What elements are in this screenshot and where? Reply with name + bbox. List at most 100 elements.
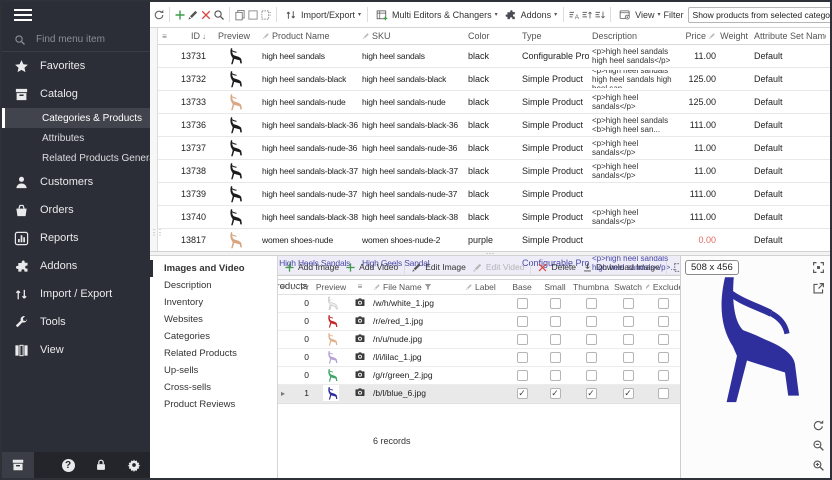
column-header-price[interactable]: Price bbox=[683, 31, 719, 41]
column-header-preview[interactable]: Preview bbox=[209, 31, 259, 41]
image-column-header-preview[interactable]: Preview bbox=[312, 282, 350, 292]
column-header-color[interactable]: Color bbox=[465, 31, 519, 41]
rotate-icon[interactable] bbox=[812, 419, 825, 432]
set-resize-rule-button[interactable]: Set Resize Rule bbox=[671, 261, 680, 274]
sidebar-item-orders[interactable]: Orders bbox=[2, 196, 150, 224]
tab-images-and-video[interactable]: Images and Video bbox=[150, 260, 277, 277]
product-row-13732[interactable]: 13732high heel sandals-blackhigh heel sa… bbox=[158, 68, 830, 91]
cell-preview[interactable] bbox=[209, 69, 259, 89]
checkbox-exclude[interactable] bbox=[658, 298, 669, 309]
cell-price[interactable]: 11.00 bbox=[683, 51, 719, 61]
open-external-icon[interactable] bbox=[812, 282, 825, 295]
checkbox-swatch[interactable] bbox=[623, 352, 634, 363]
sidebar-item-tools[interactable]: Tools bbox=[2, 308, 150, 336]
image-column-header-base[interactable]: Base bbox=[506, 282, 538, 292]
cell-preview[interactable] bbox=[209, 115, 259, 135]
column-header-sku[interactable]: SKU bbox=[359, 31, 465, 41]
sidebar-item-favorites[interactable]: Favorites bbox=[2, 52, 150, 80]
column-header-id[interactable]: ID↓ bbox=[171, 31, 209, 41]
splitter-handle[interactable]: ⋮⋮ bbox=[150, 228, 162, 237]
checkbox-thumb[interactable] bbox=[586, 298, 597, 309]
image-column-header-pr[interactable]: Pr bbox=[288, 282, 312, 292]
tab-product-reviews[interactable]: Product Reviews bbox=[150, 396, 277, 413]
sidebar-item-customers[interactable]: Customers bbox=[2, 168, 150, 196]
tab-description[interactable]: Description bbox=[150, 277, 277, 294]
checkbox-thumb[interactable] bbox=[586, 352, 597, 363]
image-column-header-thumbna[interactable]: Thumbna bbox=[572, 282, 610, 292]
sidebar-item-reports[interactable]: Reports bbox=[2, 224, 150, 252]
tab-related-products[interactable]: Related Products bbox=[150, 345, 277, 362]
column-header-description[interactable]: Description bbox=[589, 31, 683, 41]
cell-name[interactable]: high heel sandals-black-38 bbox=[259, 212, 359, 222]
copy-icon[interactable] bbox=[234, 7, 246, 23]
checkbox-thumb[interactable]: ✓ bbox=[586, 388, 597, 399]
download-image-button[interactable]: Download Image bbox=[580, 261, 662, 274]
column-header-attribute-set-name[interactable]: Attribute Set Name bbox=[751, 31, 826, 41]
sort-az-icon[interactable]: A bbox=[568, 7, 580, 23]
product-row-13733[interactable]: 13733high heel sandals-nudehigh heel san… bbox=[158, 91, 830, 114]
cell-name[interactable]: high heel sandals-nude bbox=[259, 97, 359, 107]
checkbox-icon[interactable] bbox=[247, 7, 259, 23]
product-row-13737[interactable]: 13737high heel sandals-nude-36high heel … bbox=[158, 137, 830, 160]
cell-name[interactable]: high heel sandals-black-36 bbox=[259, 120, 359, 130]
checkbox-exclude[interactable] bbox=[658, 316, 669, 327]
sidebar-splitter[interactable]: ⋮⋮ bbox=[150, 28, 158, 251]
image-row-red_1.jpg[interactable]: 0/r/e/red_1.jpg bbox=[278, 313, 680, 331]
category-filter-select[interactable]: Show products from selected categories ▾ bbox=[688, 7, 830, 23]
column-header-weight[interactable]: Weight bbox=[719, 31, 751, 41]
cell-price[interactable]: 11.00 bbox=[683, 143, 719, 153]
image-row-green_2.jpg[interactable]: 0/g/r/green_2.jpg bbox=[278, 367, 680, 385]
hamburger-menu-icon[interactable] bbox=[2, 2, 150, 28]
cell-price[interactable]: 11.00 bbox=[683, 166, 719, 176]
checkbox-swatch[interactable]: ✓ bbox=[623, 388, 634, 399]
checkbox-swatch[interactable] bbox=[623, 316, 634, 327]
sidebar-item-addons[interactable]: Addons bbox=[2, 252, 150, 280]
cell-sku[interactable]: high heel sandals-nude bbox=[359, 97, 465, 107]
help-button[interactable]: ? bbox=[52, 452, 84, 478]
column-header-product-name[interactable]: Product Name bbox=[259, 31, 359, 41]
tab-websites[interactable]: Websites bbox=[150, 311, 277, 328]
product-row-13736[interactable]: 13736high heel sandals-black-36high heel… bbox=[158, 114, 830, 137]
cell-preview[interactable] bbox=[209, 230, 259, 250]
tab-cross-sells[interactable]: Cross-sells bbox=[150, 379, 277, 396]
cell-name[interactable]: high heel sandals-black-37 bbox=[259, 166, 359, 176]
edit-image-button[interactable]: Edit Image bbox=[409, 261, 468, 274]
view-button[interactable]: View ▾ bbox=[615, 6, 662, 24]
cell-name[interactable]: high heel sandals-nude-36 bbox=[259, 143, 359, 153]
zoom-in-icon[interactable] bbox=[812, 459, 825, 472]
cell-preview[interactable] bbox=[209, 184, 259, 204]
cell-sku[interactable]: high heel sandals-nude-36 bbox=[359, 143, 465, 153]
cell-price[interactable]: 111.00 bbox=[683, 189, 719, 199]
settings-button[interactable] bbox=[118, 452, 150, 478]
cell-preview[interactable] bbox=[209, 138, 259, 158]
sort-descending-icon[interactable] bbox=[594, 7, 606, 23]
checkbox-thumb[interactable] bbox=[586, 334, 597, 345]
image-column-header-swatch[interactable]: Swatch bbox=[610, 282, 646, 292]
sidebar-item-catalog[interactable]: Catalog bbox=[2, 80, 150, 108]
cell-price[interactable]: 0.00 bbox=[683, 235, 719, 245]
delete-product-icon[interactable] bbox=[200, 7, 212, 23]
sidebar-item-attributes[interactable]: Attributes bbox=[2, 128, 150, 148]
cell-price[interactable]: 125.00 bbox=[683, 97, 719, 107]
sidebar-item-view[interactable]: View bbox=[2, 336, 150, 364]
menu-search-input[interactable] bbox=[34, 33, 134, 46]
checkbox-exclude[interactable] bbox=[658, 352, 669, 363]
checkbox-base[interactable] bbox=[517, 334, 528, 345]
lock-button[interactable] bbox=[85, 452, 117, 478]
addons-button[interactable]: Addons ▾ bbox=[501, 6, 560, 24]
sidebar-item-import-export[interactable]: Import / Export bbox=[2, 280, 150, 308]
image-column-header-label[interactable]: Label bbox=[462, 282, 506, 292]
checkbox-small[interactable] bbox=[550, 334, 561, 345]
tab-categories[interactable]: Categories bbox=[150, 328, 277, 345]
cell-preview[interactable] bbox=[209, 207, 259, 227]
checkbox-swatch[interactable] bbox=[623, 370, 634, 381]
image-column-header-file-name[interactable]: File Name bbox=[370, 282, 462, 292]
image-row-blue_6.jpg[interactable]: ▸1/b/l/blue_6.jpg✓✓✓✓ bbox=[278, 385, 680, 403]
tab-inventory[interactable]: Inventory bbox=[150, 294, 277, 311]
add-video-button[interactable]: Add Video bbox=[343, 261, 400, 274]
paste-special-icon[interactable] bbox=[260, 7, 272, 23]
image-row-nude.jpg[interactable]: 0/n/u/nude.jpg bbox=[278, 331, 680, 349]
checkbox-small[interactable] bbox=[550, 370, 561, 381]
image-column-header-small[interactable]: Small bbox=[538, 282, 572, 292]
checkbox-base[interactable] bbox=[517, 298, 528, 309]
